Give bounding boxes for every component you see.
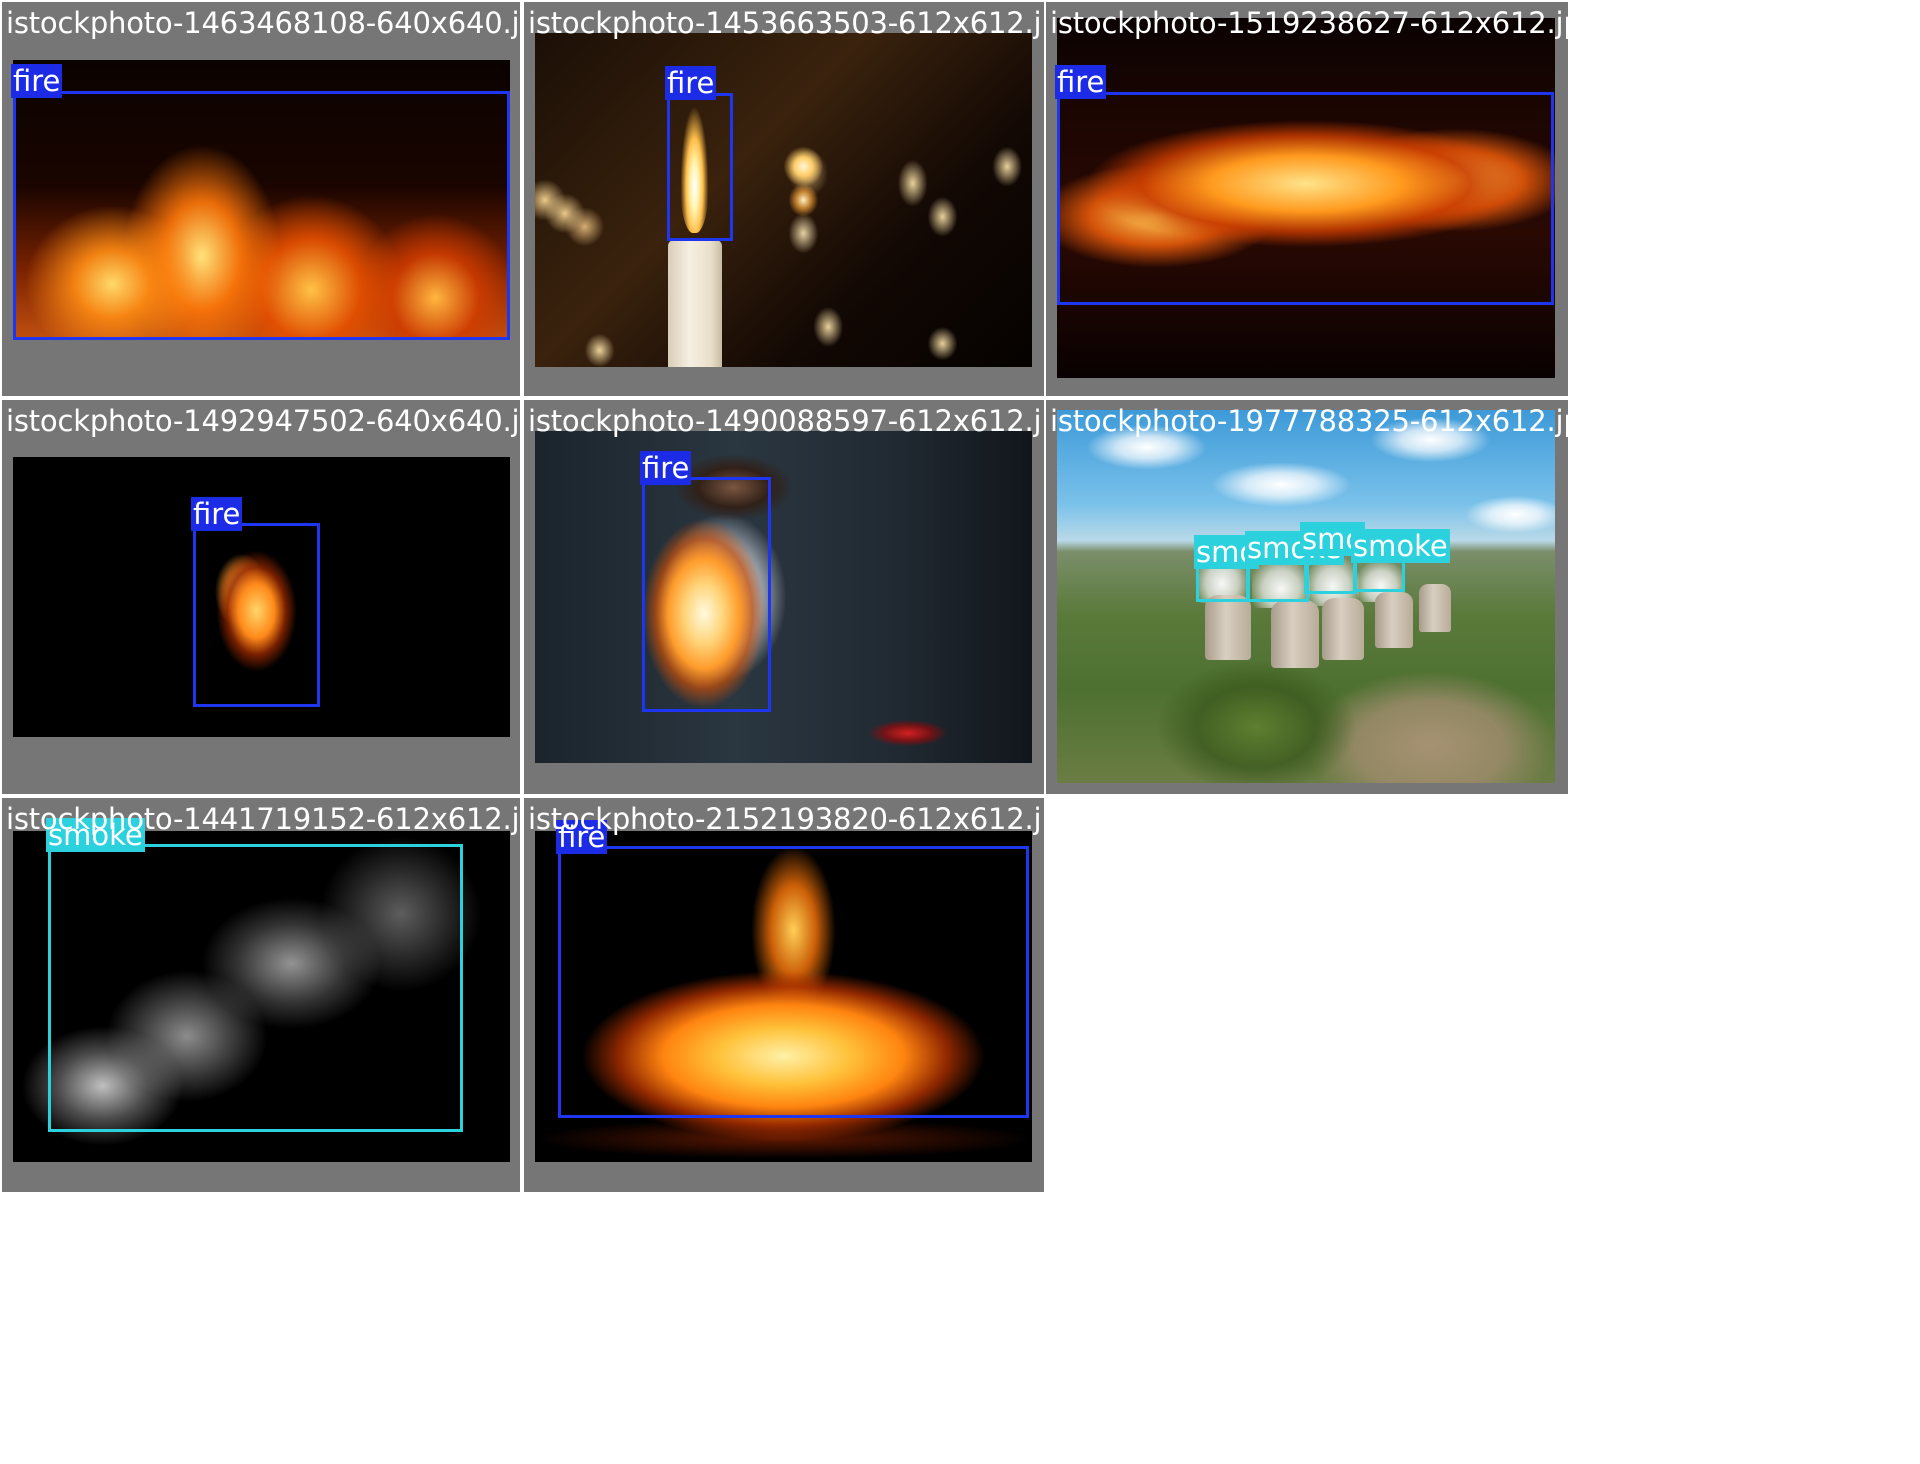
image-filename: istockphoto-2152193820-612x612.jpg (528, 802, 1044, 836)
detection-box-fire (13, 91, 510, 340)
cooling-tower (1419, 584, 1451, 632)
tile-5: fire istockphoto-1490088597-612x612.jpg (524, 400, 1044, 794)
tile-4: fire istockphoto-1492947502-640x640.jpg (2, 400, 520, 794)
cooling-tower (1205, 595, 1251, 660)
detection-box-fire (193, 523, 320, 707)
detection-label: smoke (1351, 529, 1450, 563)
candle (667, 240, 723, 367)
detection-box-fire (667, 93, 733, 241)
image-filename: istockphoto-1977788325-612x612.jpg (1050, 404, 1568, 438)
image-filename: istockphoto-1490088597-612x612.jpg (528, 404, 1044, 438)
candle-photo (535, 33, 1032, 367)
chef-flambe-photo (535, 431, 1032, 763)
cooling-tower (1375, 592, 1413, 648)
detection-box-fire (558, 846, 1029, 1118)
detection-box-fire (1057, 92, 1554, 305)
cooling-tower (1322, 598, 1364, 660)
tile-2: fire istockphoto-1453663503-612x612.jpg (524, 2, 1044, 396)
detection-box-fire (642, 477, 771, 712)
tile-8: fire istockphoto-2152193820-612x612.jpg (524, 798, 1044, 1192)
tile-3: fire istockphoto-1519238627-612x612.jpg (1046, 2, 1568, 396)
image-filename: istockphoto-1492947502-640x640.jpg (6, 404, 520, 438)
detection-label: fire (11, 64, 63, 98)
detection-label: fire (665, 66, 717, 100)
cooling-tower (1271, 600, 1319, 668)
detection-label: fire (191, 497, 243, 531)
detection-label: fire (1055, 65, 1107, 99)
tile-7: smoke istockphoto-1441719152-612x612.jpg (2, 798, 520, 1192)
tile-6: smo smoke smo smoke istockphoto-19777883… (1046, 400, 1568, 794)
image-filename: istockphoto-1463468108-640x640.jpg (6, 6, 520, 40)
tile-1: fire istockphoto-1463468108-640x640.jpg (2, 2, 520, 396)
image-filename: istockphoto-1441719152-612x612.jpg (6, 802, 520, 836)
image-filename: istockphoto-1519238627-612x612.jpg (1050, 6, 1568, 40)
image-filename: istockphoto-1453663503-612x612.jpg (528, 6, 1044, 40)
detection-label: fire (640, 451, 692, 485)
detection-box-smoke (48, 844, 463, 1132)
image-grid: { "grid": { "tiles": [ { "filename": "is… (0, 0, 1920, 1464)
